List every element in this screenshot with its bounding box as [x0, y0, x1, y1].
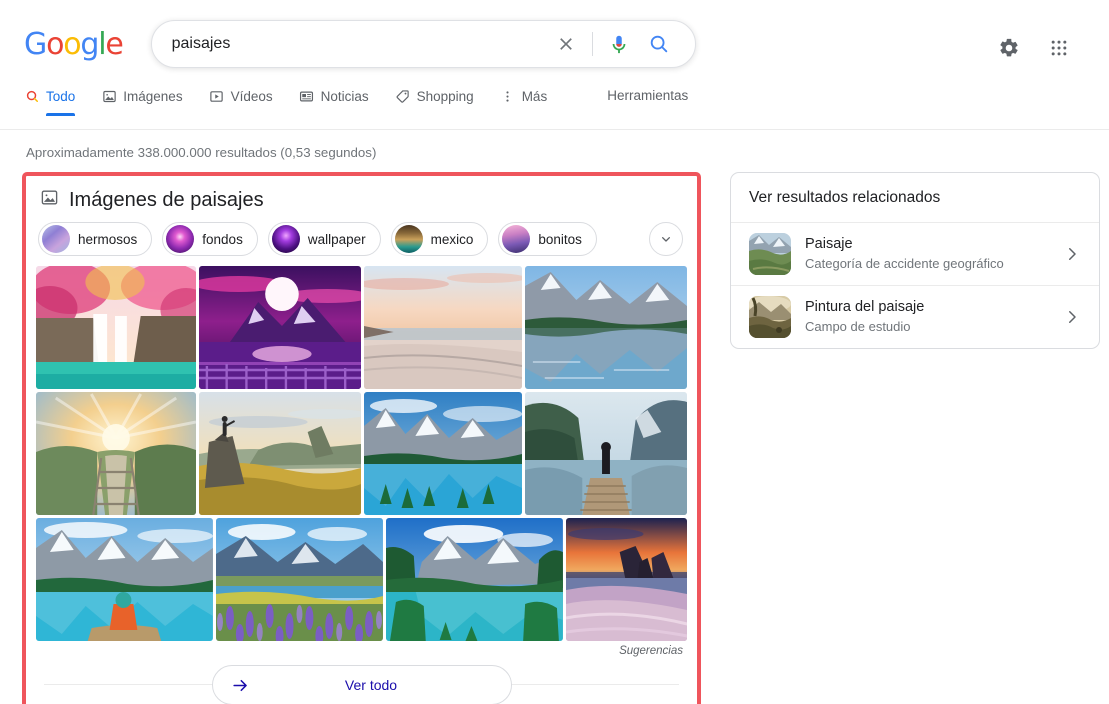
divider	[591, 32, 593, 56]
related-thumbnail	[749, 233, 791, 275]
image-result-canoe-lake[interactable]	[36, 518, 213, 641]
chip-label: mexico	[430, 231, 474, 247]
tab-label: Imágenes	[123, 88, 183, 104]
related-item-subtitle: Categoría de accidente geográfico	[805, 256, 1004, 271]
image-row	[36, 392, 687, 515]
image-result-path-sunrise[interactable]	[36, 392, 196, 515]
result-stats: Aproximadamente 338.000.000 resultados (…	[26, 145, 377, 160]
image-row	[36, 266, 687, 389]
chip-label: fondos	[202, 231, 243, 247]
voice-search-button[interactable]	[599, 24, 639, 64]
tab-label: Más	[521, 88, 548, 104]
tab-todo[interactable]: Todo	[24, 88, 76, 116]
image-icon	[40, 188, 59, 212]
apps-grid-icon	[1051, 40, 1067, 56]
image-result-pastel-beach[interactable]	[363, 266, 523, 389]
image-result-purple-moon-mountain[interactable]	[199, 266, 361, 389]
google-logo[interactable]: Google	[24, 27, 124, 62]
image-result-moraine-lake[interactable]	[363, 392, 523, 515]
image-filter-chips: hermosos fondos wallpaper mexico bonitos	[34, 222, 689, 266]
clear-search-button[interactable]	[546, 24, 586, 64]
header-right-actions	[989, 28, 1079, 68]
related-results-card: Ver resultados relacionados Paisaje Cate…	[730, 172, 1100, 349]
news-icon	[299, 88, 315, 104]
search-results-page: Google paisajes Todo Imágenes Vídeos Not…	[0, 0, 1109, 704]
close-icon	[559, 38, 572, 50]
related-item-paisaje[interactable]: Paisaje Categoría de accidente geográfic…	[731, 223, 1099, 286]
image-result-waterfall-pink[interactable]	[36, 266, 196, 389]
tag-icon	[395, 88, 411, 104]
arrow-right-icon	[231, 676, 250, 695]
related-item-subtitle: Campo de estudio	[805, 319, 911, 334]
view-all-button[interactable]: Ver todo	[211, 665, 512, 704]
chevron-right-icon	[1063, 245, 1085, 263]
chip-fondos[interactable]: fondos	[162, 222, 258, 256]
right-sidebar: Ver resultados relacionados Paisaje Cate…	[730, 172, 1100, 704]
search-input[interactable]	[171, 35, 546, 53]
tab-noticias[interactable]: Noticias	[299, 88, 369, 116]
expand-chips-button[interactable]	[649, 222, 683, 256]
image-pack-title: Imágenes de paisajes	[69, 188, 264, 211]
google-apps-button[interactable]	[1039, 28, 1079, 68]
main-content: Imágenes de paisajes hermosos fondos wal…	[0, 160, 1109, 704]
settings-button[interactable]	[989, 28, 1029, 68]
microphone-icon	[612, 35, 626, 54]
image-results-grid	[34, 266, 689, 641]
image-result-lupine-field[interactable]	[215, 518, 383, 641]
related-results-title: Ver resultados relacionados	[731, 173, 1099, 223]
tab-mas[interactable]: Más	[500, 88, 548, 116]
chip-thumbnail	[42, 225, 70, 253]
chip-thumbnail	[271, 225, 300, 253]
image-icon	[101, 88, 117, 104]
related-thumbnail	[749, 296, 791, 338]
view-all-row: Ver todo	[34, 659, 689, 704]
related-item-pintura-del-paisaje[interactable]: Pintura del paisaje Campo de estudio	[731, 286, 1099, 348]
chevron-right-icon	[1063, 308, 1085, 326]
chip-thumbnail	[166, 225, 195, 253]
view-all-label: Ver todo	[344, 677, 398, 693]
related-item-text: Pintura del paisaje Campo de estudio	[805, 298, 1049, 335]
gear-icon	[1000, 38, 1018, 57]
tab-videos[interactable]: Vídeos	[209, 88, 273, 116]
related-item-title: Paisaje	[805, 236, 853, 253]
tab-label: Todo	[46, 88, 76, 104]
submit-search-button[interactable]	[639, 24, 679, 64]
chip-bonitos[interactable]: bonitos	[498, 222, 597, 256]
chip-hermosos[interactable]: hermosos	[38, 222, 153, 256]
chevron-down-icon	[662, 237, 670, 242]
search-nav-tabs: Todo Imágenes Vídeos Noticias Shopping M…	[0, 88, 1109, 130]
tab-shopping[interactable]: Shopping	[395, 88, 474, 116]
image-row	[36, 518, 687, 641]
chip-label: hermosos	[78, 231, 138, 247]
chip-label: wallpaper	[307, 231, 366, 247]
nav-tab-list: Todo Imágenes Vídeos Noticias Shopping M…	[24, 88, 573, 116]
more-vertical-icon	[500, 88, 516, 104]
search-icon	[24, 88, 40, 104]
image-result-alpine-lake[interactable]	[385, 518, 563, 641]
image-result-hiker-cliff[interactable]	[199, 392, 361, 515]
page-header: Google	[0, 0, 1109, 88]
video-icon	[209, 88, 225, 104]
related-item-title: Pintura del paisaje	[805, 299, 925, 316]
chip-wallpaper[interactable]: wallpaper	[267, 222, 381, 256]
chip-thumbnail	[502, 225, 531, 253]
related-item-text: Paisaje Categoría de accidente geográfic…	[805, 235, 1049, 272]
chip-mexico[interactable]: mexico	[390, 222, 489, 256]
chip-thumbnail	[394, 225, 423, 253]
image-result-mountain-reflection[interactable]	[525, 266, 687, 389]
tools-button[interactable]: Herramientas	[607, 88, 688, 115]
search-icon	[650, 35, 667, 53]
chip-label: bonitos	[538, 231, 582, 247]
image-result-purple-beach[interactable]	[565, 518, 687, 641]
tab-imagenes[interactable]: Imágenes	[101, 88, 183, 116]
suggestions-label: Sugerencias	[619, 645, 683, 657]
search-actions	[546, 24, 679, 64]
search-box[interactable]	[150, 20, 696, 68]
image-pack-header: Imágenes de paisajes	[34, 182, 689, 222]
tab-label: Noticias	[320, 88, 369, 104]
image-pack-highlight: Imágenes de paisajes hermosos fondos wal…	[22, 172, 701, 704]
tab-label: Shopping	[416, 88, 474, 104]
image-result-dock-person[interactable]	[525, 392, 687, 515]
tab-label: Vídeos	[230, 88, 273, 104]
